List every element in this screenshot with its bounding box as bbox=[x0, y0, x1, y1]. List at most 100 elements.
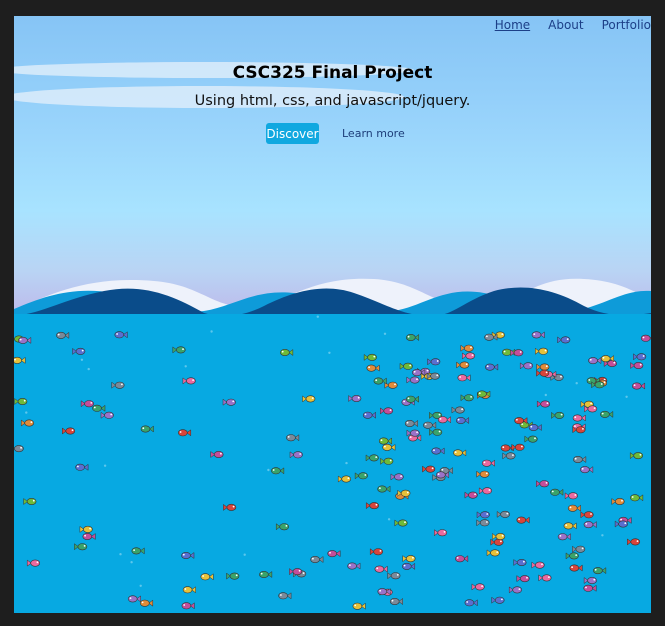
fish-icon bbox=[536, 400, 551, 408]
fish-icon bbox=[460, 394, 474, 402]
bubble bbox=[383, 332, 387, 335]
top-nav: Home About Portfolio bbox=[495, 18, 651, 32]
fish-icon bbox=[406, 376, 420, 384]
fish-icon bbox=[516, 516, 530, 524]
fish-icon bbox=[429, 428, 443, 436]
fish-icon bbox=[519, 362, 534, 370]
fish-icon bbox=[365, 502, 380, 510]
fish-icon bbox=[280, 348, 294, 357]
fish-icon bbox=[462, 352, 476, 360]
bubble bbox=[243, 553, 246, 556]
fish-icon bbox=[404, 419, 418, 428]
fish-icon bbox=[382, 443, 396, 451]
fish-icon bbox=[524, 435, 538, 443]
fish-icon bbox=[18, 336, 32, 344]
fish-icon bbox=[363, 353, 377, 361]
fish-icon bbox=[569, 564, 583, 572]
bubble bbox=[387, 518, 391, 521]
bubble bbox=[267, 468, 270, 472]
fish-icon bbox=[535, 347, 549, 355]
fish-icon bbox=[178, 429, 192, 437]
fish-icon bbox=[516, 575, 530, 583]
fish-icon bbox=[289, 451, 303, 459]
fish-icon bbox=[23, 497, 37, 506]
fish-icon bbox=[365, 454, 379, 462]
fish-icon bbox=[362, 411, 376, 419]
fish-icon bbox=[374, 565, 388, 573]
fish-icon bbox=[476, 470, 490, 478]
fish-icon bbox=[422, 465, 436, 473]
learn-more-link[interactable]: Learn more bbox=[342, 127, 405, 140]
fish-icon bbox=[572, 545, 586, 553]
fish-school bbox=[14, 315, 651, 610]
fish-icon bbox=[563, 522, 577, 530]
nav-portfolio-link[interactable]: Portfolio bbox=[602, 18, 651, 32]
fish-icon bbox=[200, 573, 214, 581]
bubble bbox=[345, 461, 348, 465]
fish-icon bbox=[401, 562, 416, 570]
fish-icon bbox=[550, 488, 564, 496]
fish-icon bbox=[536, 363, 550, 371]
fish-icon bbox=[140, 599, 154, 607]
fish-icon bbox=[496, 510, 510, 518]
fish-icon bbox=[437, 416, 451, 424]
fish-icon bbox=[451, 406, 465, 414]
fish-icon bbox=[508, 586, 523, 594]
fish-icon bbox=[485, 363, 499, 371]
fish-icon bbox=[491, 596, 505, 604]
bubble bbox=[316, 315, 319, 318]
nav-about-link[interactable]: About bbox=[548, 18, 583, 32]
discover-button[interactable]: Discover bbox=[266, 123, 319, 144]
fish-icon bbox=[222, 398, 236, 406]
fish-icon bbox=[453, 449, 467, 457]
fish-icon bbox=[373, 377, 387, 385]
fish-icon bbox=[172, 346, 186, 354]
fish-icon bbox=[455, 416, 470, 425]
fish-icon bbox=[583, 576, 597, 585]
fish-icon bbox=[82, 532, 96, 541]
fish-icon bbox=[74, 543, 88, 551]
fish-icon bbox=[513, 558, 527, 567]
bubble bbox=[25, 411, 28, 414]
fish-icon bbox=[464, 491, 478, 499]
fish-icon bbox=[286, 434, 300, 442]
fish-icon bbox=[531, 561, 545, 569]
fish-icon bbox=[478, 487, 493, 495]
fish-icon bbox=[56, 331, 70, 339]
nav-home-link[interactable]: Home bbox=[495, 18, 530, 32]
fish-icon bbox=[551, 411, 565, 419]
fish-icon bbox=[583, 521, 597, 529]
fish-icon bbox=[111, 381, 125, 389]
fish-icon bbox=[347, 562, 361, 570]
fish-icon bbox=[377, 485, 391, 493]
fish-icon bbox=[481, 459, 495, 467]
fish-icon bbox=[275, 523, 290, 531]
fish-icon bbox=[348, 394, 362, 403]
fish-icon bbox=[510, 349, 524, 357]
fish-icon bbox=[456, 361, 470, 369]
fish-icon bbox=[114, 331, 128, 339]
fish-icon bbox=[80, 400, 94, 408]
fish-icon bbox=[502, 452, 516, 460]
bubble bbox=[625, 395, 628, 398]
fish-icon bbox=[390, 473, 404, 481]
fish-icon bbox=[26, 559, 41, 567]
fish-icon bbox=[614, 520, 628, 528]
fish-icon bbox=[14, 445, 24, 453]
bubble bbox=[80, 358, 84, 361]
fish-icon bbox=[580, 511, 594, 519]
fish-icon bbox=[394, 519, 408, 527]
fish-icon bbox=[259, 570, 273, 579]
fish-icon bbox=[550, 373, 564, 381]
fish-icon bbox=[92, 404, 106, 412]
fish-icon bbox=[633, 353, 647, 361]
fish-icon bbox=[405, 333, 420, 342]
fish-icon bbox=[423, 421, 437, 429]
bubble bbox=[119, 553, 122, 556]
page-title: CSC325 Final Project bbox=[232, 63, 433, 83]
fish-icon bbox=[631, 382, 646, 390]
fish-icon bbox=[583, 584, 597, 592]
fish-icon bbox=[457, 374, 471, 382]
fish-icon bbox=[405, 395, 419, 403]
fish-icon bbox=[611, 497, 625, 506]
